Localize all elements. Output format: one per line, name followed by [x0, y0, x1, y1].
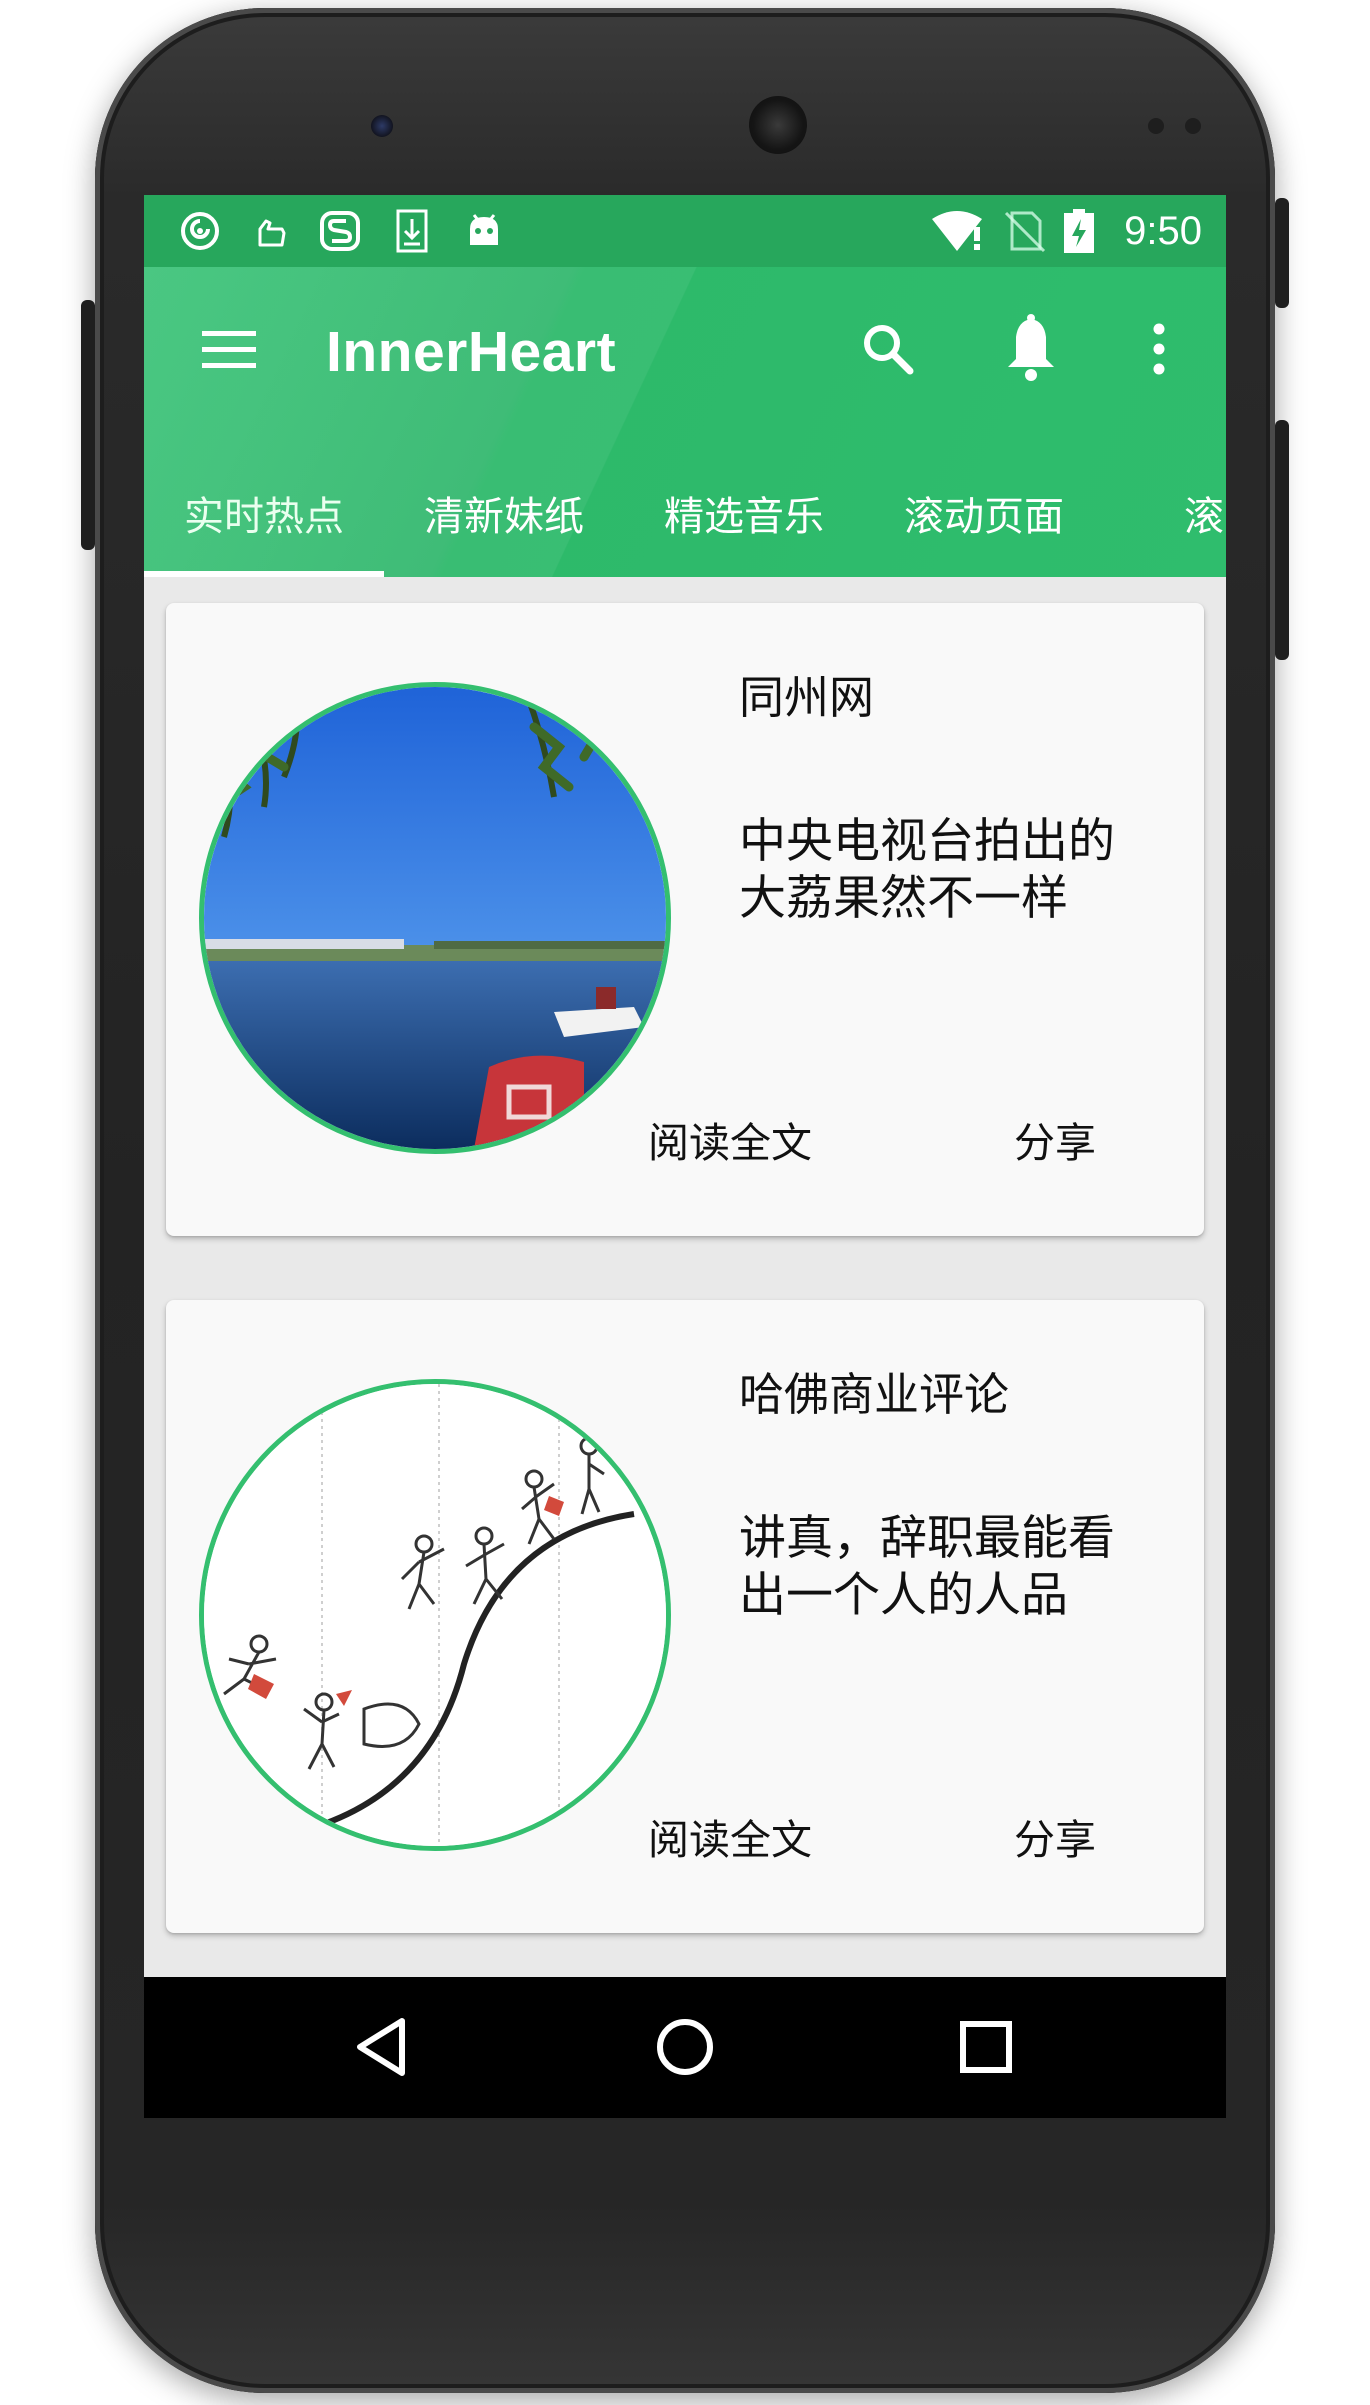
card-headline[interactable]: 讲真，辞职最能看出一个人的人品 — [739, 1510, 1159, 1624]
news-list[interactable]: 同州网 中央电视台拍出的大荔果然不一样 阅读全文 分享 哈佛商业评论 讲真，辞职… — [144, 577, 1226, 1977]
battery-charging-icon — [1064, 209, 1094, 253]
card-headline[interactable]: 中央电视台拍出的大荔果然不一样 — [739, 813, 1159, 927]
download-icon — [396, 209, 428, 253]
news-card[interactable]: 同州网 中央电视台拍出的大荔果然不一样 阅读全文 分享 — [166, 603, 1204, 1236]
search-icon[interactable] — [854, 309, 924, 389]
share-button[interactable]: 分享 — [1014, 1113, 1096, 1173]
card-source: 同州网 — [739, 671, 875, 724]
card-thumbnail[interactable] — [199, 682, 671, 1154]
home-icon[interactable] — [645, 2007, 725, 2087]
swift-icon — [320, 211, 360, 251]
back-icon[interactable] — [344, 2007, 424, 2087]
status-bar: 9:50 — [144, 195, 1226, 267]
tab-strip: 实时热点 清新妹纸 精选音乐 滚动页面 滚动 — [144, 457, 1226, 577]
side-button-left — [81, 300, 95, 550]
side-button-right-top — [1275, 198, 1289, 308]
netease-music-icon — [181, 212, 219, 250]
news-card[interactable]: 哈佛商业评论 讲真，辞职最能看出一个人的人品 阅读全文 分享 — [166, 1300, 1204, 1933]
tab-scroll[interactable]: 滚动 — [1104, 457, 1226, 577]
recents-icon[interactable] — [946, 2007, 1026, 2087]
earpiece-speaker — [749, 96, 807, 154]
front-camera — [371, 115, 393, 137]
notifications-icon[interactable] — [996, 309, 1066, 389]
proximity-sensor — [1148, 118, 1164, 134]
tab-fresh-girls[interactable]: 清新妹纸 — [384, 457, 624, 577]
device-screen: 9:50 InnerHeart 实时热点 清新妹纸 精选音乐 滚动页面 滚 同州… — [144, 195, 1226, 2118]
wifi-alert-icon — [932, 211, 982, 251]
app-bar: InnerHeart 实时热点 清新妹纸 精选音乐 滚动页面 滚动 — [144, 267, 1226, 577]
share-button[interactable]: 分享 — [1014, 1810, 1096, 1870]
status-clock: 9:50 — [1124, 209, 1202, 253]
more-vert-icon[interactable] — [1124, 309, 1194, 389]
curve-climbers-image — [204, 1384, 666, 1846]
tab-realtime-hot[interactable]: 实时热点 — [144, 457, 384, 577]
light-sensor — [1185, 118, 1201, 134]
navigation-bar — [144, 1977, 1226, 2118]
read-full-button[interactable]: 阅读全文 — [648, 1810, 812, 1870]
tab-scroll-page[interactable]: 滚动页面 — [864, 457, 1104, 577]
hand-icon — [258, 219, 286, 247]
card-source: 哈佛商业评论 — [739, 1368, 1010, 1421]
app-title: InnerHeart — [326, 320, 617, 384]
lake-landscape-image — [204, 687, 666, 1149]
card-thumbnail[interactable] — [199, 1379, 671, 1851]
side-button-right — [1275, 420, 1289, 660]
tab-selected-music[interactable]: 精选音乐 — [624, 457, 864, 577]
android-icon — [470, 214, 498, 245]
read-full-button[interactable]: 阅读全文 — [648, 1113, 812, 1173]
menu-icon[interactable] — [194, 315, 264, 385]
no-sim-icon — [1004, 211, 1046, 253]
